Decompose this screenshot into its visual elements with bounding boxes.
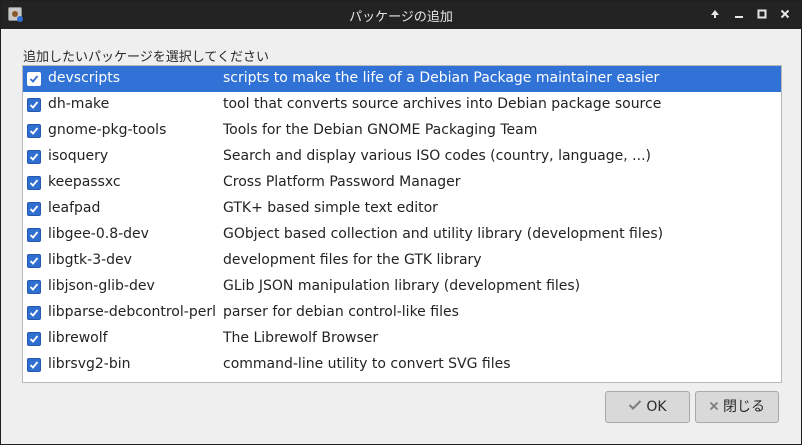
- package-checkbox[interactable]: [27, 72, 41, 86]
- package-description: command-line utility to convert SVG file…: [223, 356, 511, 372]
- package-description: The Librewolf Browser: [223, 330, 379, 346]
- package-row[interactable]: libparse-debcontrol-perl parser for debia…: [23, 300, 781, 326]
- package-name: gnome-pkg-tools: [48, 122, 167, 138]
- package-row[interactable]: leafpad GTK+ based simple text editor: [23, 196, 781, 222]
- package-name: libparse-debcontrol-perl: [48, 304, 216, 320]
- package-checkbox[interactable]: [27, 124, 41, 138]
- package-description: Tools for the Debian GNOME Packaging Tea…: [223, 122, 538, 138]
- package-row[interactable]: libgee-0.8-dev GObject based collection a…: [23, 222, 781, 248]
- package-checkbox[interactable]: [27, 228, 41, 242]
- package-checkbox[interactable]: [27, 202, 41, 216]
- package-checkbox[interactable]: [27, 358, 41, 372]
- package-row[interactable]: isoquery Search and display various ISO c…: [23, 144, 781, 170]
- close-button[interactable]: 閉じる: [695, 391, 779, 423]
- close-icon[interactable]: [776, 6, 794, 24]
- up-arrow-icon[interactable]: [706, 6, 724, 24]
- package-name: keepassxc: [48, 174, 121, 190]
- package-row[interactable]: libjson-glib-dev GLib JSON manipulation l…: [23, 274, 781, 300]
- package-row[interactable]: keepassxc Cross Platform Password Manager: [23, 170, 781, 196]
- package-list[interactable]: devscripts scripts to make the life of a …: [22, 65, 782, 383]
- package-row[interactable]: librsvg2-bin command-line utility to conv…: [23, 352, 781, 378]
- package-row[interactable]: devscripts scripts to make the life of a …: [23, 66, 781, 92]
- package-description: GLib JSON manipulation library (developm…: [223, 278, 581, 294]
- package-name: leafpad: [48, 200, 101, 216]
- package-checkbox[interactable]: [27, 280, 41, 294]
- package-name: dh-make: [48, 96, 110, 112]
- minimize-icon[interactable]: [730, 6, 748, 24]
- package-row[interactable]: libgtk-3-dev development files for the GT…: [23, 248, 781, 274]
- package-checkbox[interactable]: [27, 98, 41, 112]
- package-checkbox[interactable]: [27, 306, 41, 320]
- add-packages-dialog: パッケージの追加 追加したいパッケージを選択してください devscripts s…: [0, 0, 802, 445]
- package-checkbox[interactable]: [27, 254, 41, 268]
- package-row[interactable]: dh-make tool that converts source archive…: [23, 92, 781, 118]
- package-checkbox[interactable]: [27, 332, 41, 346]
- window-title: パッケージの追加: [349, 10, 453, 25]
- package-description: development files for the GTK library: [223, 252, 482, 268]
- package-description: Search and display various ISO codes (co…: [223, 148, 651, 164]
- package-name: librewolf: [48, 330, 108, 346]
- package-checkbox[interactable]: [27, 176, 41, 190]
- package-description: tool that converts source archives into …: [223, 96, 662, 112]
- package-name: isoquery: [48, 148, 109, 164]
- package-description: scripts to make the life of a Debian Pac…: [223, 70, 660, 86]
- package-description: parser for debian control-like files: [223, 304, 459, 320]
- package-name: libgtk-3-dev: [48, 252, 132, 268]
- package-name: devscripts: [48, 70, 121, 86]
- package-name: libjson-glib-dev: [48, 278, 155, 294]
- package-row[interactable]: librewolf The Librewolf Browser: [23, 326, 781, 352]
- close-button-label: 閉じる: [723, 399, 765, 415]
- maximize-icon[interactable]: [753, 6, 771, 24]
- package-description: Cross Platform Password Manager: [223, 174, 461, 190]
- ok-button[interactable]: OK: [605, 391, 690, 423]
- package-description: GTK+ based simple text editor: [223, 200, 438, 216]
- titlebar[interactable]: パッケージの追加: [1, 1, 801, 29]
- package-checkbox[interactable]: [27, 150, 41, 164]
- instruction-label: 追加したいパッケージを選択してください: [23, 50, 269, 65]
- package-row[interactable]: gnome-pkg-tools Tools for the Debian GNOM…: [23, 118, 781, 144]
- ok-button-label: OK: [646, 399, 667, 415]
- package-name: librsvg2-bin: [48, 356, 131, 372]
- checkmark-icon: [628, 392, 642, 422]
- package-description: GObject based collection and utility lib…: [223, 226, 664, 242]
- package-name: libgee-0.8-dev: [48, 226, 149, 242]
- close-x-icon: [709, 392, 719, 422]
